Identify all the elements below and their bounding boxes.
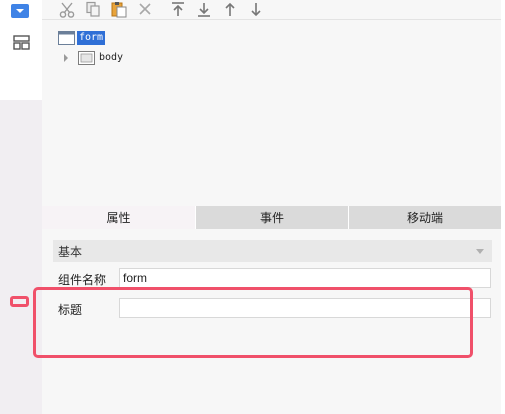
- dropdown-icon[interactable]: [11, 4, 29, 18]
- tab-mobile[interactable]: 移动端: [349, 206, 501, 229]
- component-name-input[interactable]: form: [119, 268, 491, 288]
- move-down-icon[interactable]: [247, 1, 265, 18]
- move-bottom-icon[interactable]: [195, 1, 213, 18]
- layout-icon[interactable]: [13, 35, 30, 50]
- section-basic-header[interactable]: 基本: [53, 240, 492, 262]
- expand-arrow-icon[interactable]: [64, 54, 68, 62]
- delete-icon[interactable]: [136, 1, 154, 18]
- paste-icon[interactable]: [110, 1, 128, 18]
- form-icon: [58, 31, 75, 45]
- component-name-label: 组件名称: [58, 273, 107, 287]
- highlight-marker: [10, 296, 29, 307]
- toolbar: [42, 0, 501, 20]
- highlight-box: [33, 287, 473, 358]
- section-title: 基本: [58, 244, 83, 259]
- tab-properties[interactable]: 属性: [42, 206, 196, 229]
- component-tree: form body: [42, 21, 501, 204]
- collapse-caret-icon[interactable]: [476, 249, 484, 254]
- move-top-icon[interactable]: [169, 1, 187, 18]
- tree-node-form[interactable]: form: [58, 30, 106, 46]
- tree-node-label: form: [77, 31, 106, 45]
- tab-events[interactable]: 事件: [196, 206, 349, 229]
- copy-icon[interactable]: [84, 1, 102, 18]
- move-up-icon[interactable]: [221, 1, 239, 18]
- tree-node-label: body: [99, 52, 124, 63]
- tree-node-body[interactable]: body: [64, 50, 125, 66]
- app-window: form body 属性 事件 移动端 基本 组件名称 form 标题: [0, 0, 505, 414]
- cut-icon[interactable]: [58, 1, 76, 18]
- property-tabs: 属性 事件 移动端: [42, 206, 501, 229]
- body-icon: [78, 51, 95, 65]
